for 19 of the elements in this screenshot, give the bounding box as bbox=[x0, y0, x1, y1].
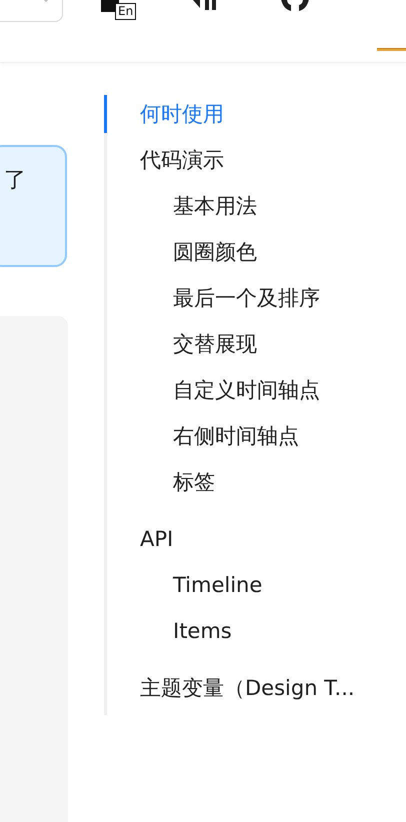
anchor-link[interactable]: 何时使用 bbox=[104, 95, 406, 133]
anchor-link[interactable]: API bbox=[104, 520, 406, 558]
language-button[interactable]: En bbox=[101, 0, 137, 21]
github-icon[interactable] bbox=[279, 0, 311, 13]
anchor-link[interactable]: 标签 bbox=[104, 463, 406, 501]
anchor-link[interactable]: 右侧时间轴点 bbox=[104, 417, 406, 455]
anchor-link[interactable]: 基本用法 bbox=[104, 187, 406, 225]
anchor-link[interactable]: 交替展现 bbox=[104, 325, 406, 363]
anchor-link[interactable]: 自定义时间轴点 bbox=[104, 371, 406, 409]
anchor-link[interactable]: 主题变量（Design T... bbox=[104, 669, 406, 707]
active-indicator bbox=[377, 48, 406, 51]
anchor-link[interactable]: 最后一个及排序 bbox=[104, 279, 406, 317]
play-pause-icon[interactable] bbox=[193, 0, 217, 11]
anchor-link[interactable]: 代码演示 bbox=[104, 141, 406, 179]
anchor-link[interactable]: 圆圈颜色 bbox=[104, 233, 406, 271]
alert-text: 了 bbox=[4, 167, 26, 195]
language-badge: En bbox=[115, 3, 136, 20]
anchor-link[interactable]: Timeline bbox=[104, 566, 406, 604]
anchor-link[interactable]: Items bbox=[104, 612, 406, 650]
